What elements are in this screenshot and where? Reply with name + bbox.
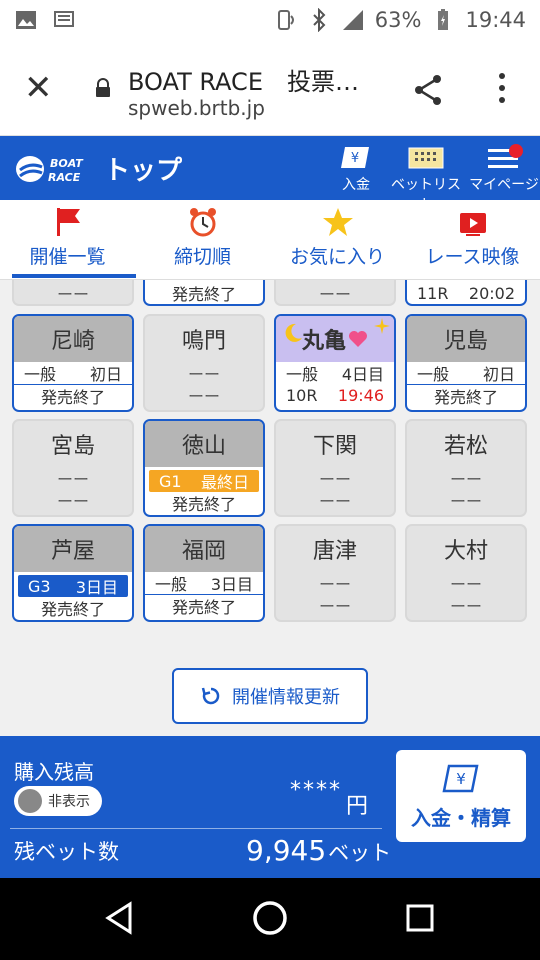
venue-card-marugame[interactable]: 丸亀 一般 4日目 10R 19:46 xyxy=(274,314,396,412)
venue-card-karatsu[interactable]: 唐津 ーー ーー xyxy=(274,524,396,622)
tab-active-indicator xyxy=(12,274,136,278)
bluetooth-icon xyxy=(313,8,326,32)
gallery-icon xyxy=(16,11,36,29)
hide-balance-toggle[interactable]: 非表示 xyxy=(14,786,102,816)
sparkle-icon xyxy=(374,318,390,334)
venue-card-amagasaki[interactable]: 尼崎 一般 初日 発売終了 xyxy=(12,314,134,412)
ticket-icon xyxy=(408,147,444,169)
boat-race-logo[interactable]: BOAT RACE xyxy=(14,150,86,188)
tab-deadline-order[interactable]: 締切順 xyxy=(135,200,270,280)
page-title: BOAT RACE 投票… xyxy=(128,68,359,96)
venue-grid: ーー 発売終了 ーー 11R 20:02 尼崎 一般 初日 発売終了 鳴門 ーー … xyxy=(0,280,540,736)
deposit-settle-button[interactable]: ¥ 入金・精算 xyxy=(396,750,526,842)
app-header: BOAT RACE トップ ¥ 入金 ベットリスト マイページ xyxy=(0,136,540,213)
mypage-header-button[interactable]: マイページ xyxy=(464,142,540,194)
battery-percent: 63% xyxy=(374,8,422,32)
more-vert-icon[interactable] xyxy=(492,70,512,106)
close-icon[interactable]: ✕ xyxy=(24,71,53,105)
alarm-clock-icon xyxy=(189,208,216,237)
svg-text:BOAT: BOAT xyxy=(50,157,84,170)
tab-venue-list[interactable]: 開催一覧 xyxy=(0,200,136,280)
venue-card-omura[interactable]: 大村 ーー ーー xyxy=(405,524,527,622)
browser-toolbar: ✕ BOAT RACE 投票… spweb.brtb.jp xyxy=(0,42,540,136)
status-bar: 63% 19:44 xyxy=(0,0,540,42)
refresh-button[interactable]: 開催情報更新 xyxy=(172,668,368,724)
venue-card-shimonoseki[interactable]: 下関 ーー ーー xyxy=(274,419,396,517)
star-icon xyxy=(322,208,353,236)
balance-label: 購入残高 xyxy=(14,760,94,784)
battery-icon xyxy=(438,9,449,30)
venue-card-miyajima[interactable]: 宮島 ーー ーー xyxy=(12,419,134,517)
venue-card-partial[interactable]: ーー xyxy=(274,280,396,306)
back-icon[interactable] xyxy=(100,898,140,938)
menu-icon xyxy=(488,144,523,168)
moon-icon xyxy=(285,323,302,342)
recents-icon[interactable] xyxy=(400,898,440,938)
remaining-bets-label: 残ベット数 xyxy=(14,840,119,864)
deposit-header-button[interactable]: ¥ 入金 xyxy=(316,142,396,194)
flag-icon xyxy=(56,208,80,236)
venue-card-partial[interactable]: 11R 20:02 xyxy=(405,280,527,306)
refresh-icon xyxy=(201,687,220,705)
venue-card-fukuoka[interactable]: 福岡 一般 3日目 発売終了 xyxy=(143,524,265,622)
cast-icon xyxy=(54,11,74,27)
svg-text:¥: ¥ xyxy=(456,770,466,788)
footer-divider xyxy=(10,828,382,829)
home-icon[interactable] xyxy=(250,898,290,938)
venue-card-naruto[interactable]: 鳴門 ーー ーー xyxy=(143,314,265,412)
system-nav-bar xyxy=(0,878,540,960)
remaining-bets-value: 9,945ベット xyxy=(246,834,392,867)
venue-card-partial[interactable]: ーー xyxy=(12,280,134,306)
lock-icon xyxy=(96,78,110,97)
yen-card-icon: ¥ xyxy=(442,764,479,793)
signal-icon xyxy=(342,10,363,30)
venue-card-tokuyama[interactable]: 徳山 G1 最終日 発売終了 xyxy=(143,419,265,517)
clock: 19:44 xyxy=(465,8,526,32)
venue-card-ashiya[interactable]: 芦屋 G3 3日目 発売終了 xyxy=(12,524,134,622)
heart-icon xyxy=(349,331,367,347)
venue-card-wakamatsu[interactable]: 若松 ーー ーー xyxy=(405,419,527,517)
yen-card-icon: ¥ xyxy=(341,147,369,168)
url-text: spweb.brtb.jp xyxy=(128,96,265,120)
venue-card-kojima[interactable]: 児島 一般 初日 発売終了 xyxy=(405,314,527,412)
toggle-knob xyxy=(18,789,42,813)
share-icon[interactable] xyxy=(410,72,446,108)
app-title: トップ xyxy=(104,156,183,186)
venue-card-partial[interactable]: 発売終了 xyxy=(143,280,265,306)
tab-bar: 開催一覧 締切順 お気に入り レース映像 xyxy=(0,200,540,280)
svg-text:¥: ¥ xyxy=(351,151,359,166)
svg-text:RACE: RACE xyxy=(48,171,81,184)
balance-value: ****円 xyxy=(290,778,371,819)
tab-race-video[interactable]: レース映像 xyxy=(405,200,540,280)
nfc-icon xyxy=(277,10,294,30)
balance-footer: 購入残高 非表示 ****円 残ベット数 9,945ベット ¥ 入金・精算 xyxy=(0,736,540,878)
tab-favorites[interactable]: お気に入り xyxy=(270,200,405,280)
video-icon xyxy=(459,213,486,236)
